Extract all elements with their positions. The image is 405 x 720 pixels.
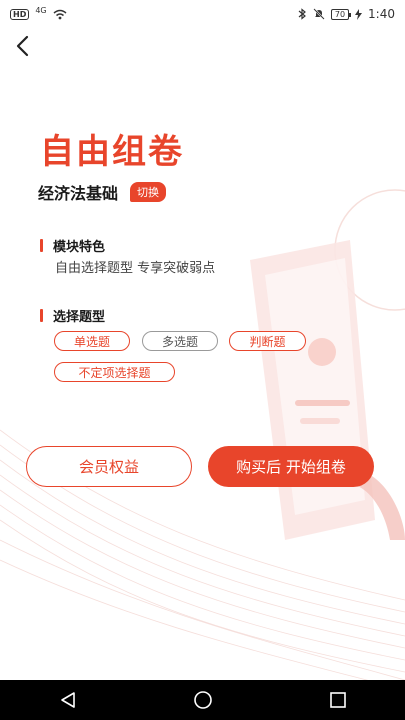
battery-level: 70 xyxy=(330,8,352,20)
option-indefinite-choice[interactable]: 不定项选择题 xyxy=(54,362,175,382)
buy-start-button[interactable]: 购买后 开始组卷 xyxy=(208,446,374,487)
module-features-header: 模块特色 xyxy=(40,236,105,255)
member-benefits-button[interactable]: 会员权益 xyxy=(26,446,192,487)
page-title: 自由组卷 xyxy=(40,132,184,172)
option-multiple-choice[interactable]: 多选题 xyxy=(142,331,218,351)
question-types-title: 选择题型 xyxy=(53,310,106,325)
section-marker xyxy=(40,239,43,252)
bell-muted-icon xyxy=(313,8,325,20)
question-types-header: 选择题型 xyxy=(40,306,105,325)
hd-badge: HD xyxy=(10,8,30,20)
subject-name: 经济法基础 xyxy=(38,184,119,203)
back-button[interactable] xyxy=(8,30,36,62)
option-true-false[interactable]: 判断题 xyxy=(229,331,306,351)
system-nav-bar xyxy=(0,680,405,720)
clock: 1:40 xyxy=(368,7,395,21)
nav-recents-button[interactable] xyxy=(318,680,358,720)
module-features-description: 自由选择题型 专享突破弱点 xyxy=(55,261,216,276)
subject-row: 经济法基础 切换 xyxy=(38,180,167,204)
option-single-choice[interactable]: 单选题 xyxy=(54,331,130,351)
switch-subject-button[interactable]: 切换 xyxy=(130,182,167,202)
status-bar: HD 4G 70 1:40 xyxy=(0,0,405,28)
triangle-back-icon xyxy=(60,692,75,708)
back-arrow-icon xyxy=(16,35,29,57)
network-type: 4G xyxy=(35,5,47,15)
nav-back-button[interactable] xyxy=(48,680,88,720)
section-marker xyxy=(40,309,43,322)
module-features-title: 模块特色 xyxy=(53,240,106,255)
square-recents-icon xyxy=(329,692,346,708)
charging-icon xyxy=(355,8,363,20)
bluetooth-icon xyxy=(298,8,306,20)
wifi-icon xyxy=(53,9,67,19)
circle-home-icon xyxy=(193,691,212,709)
nav-home-button[interactable] xyxy=(183,680,223,720)
